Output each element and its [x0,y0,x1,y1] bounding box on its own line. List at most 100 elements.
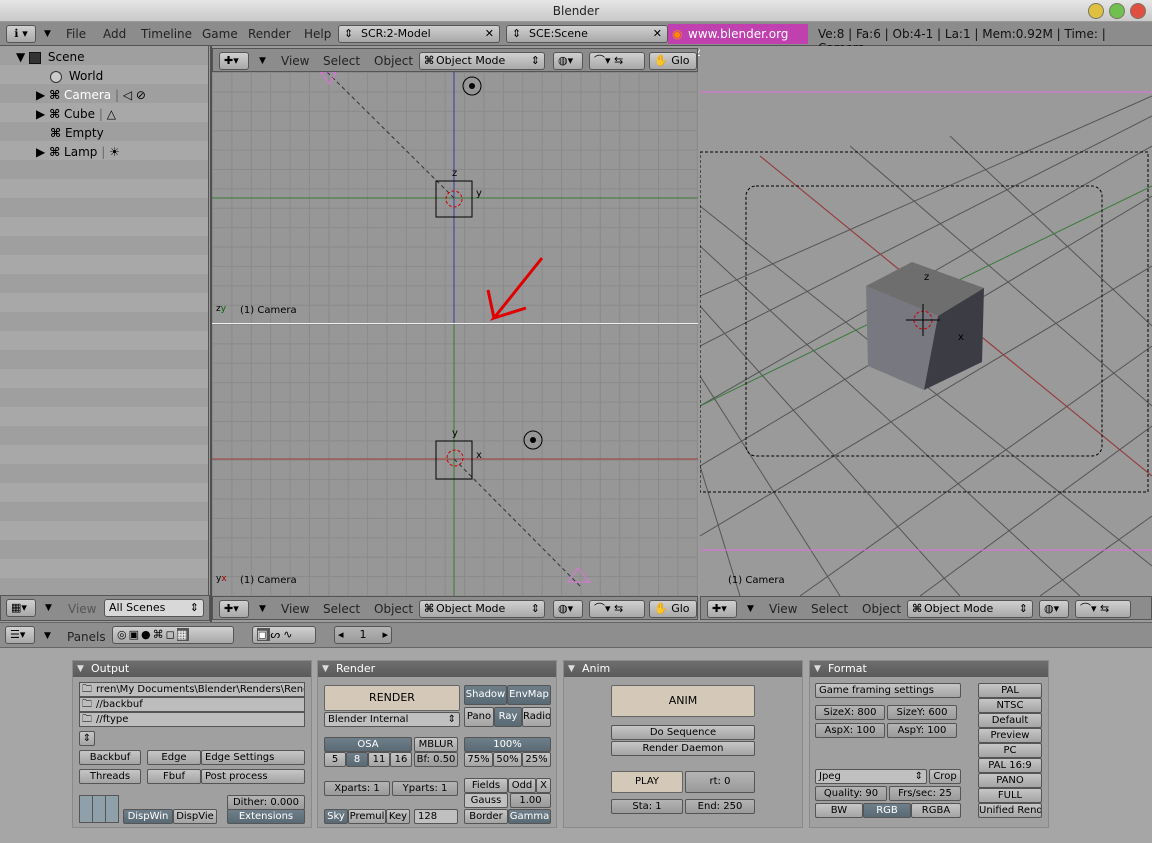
preset-pal169[interactable]: PAL 16:9 [978,758,1042,773]
3d-view-window-type-icon[interactable]: ✚▾ [219,600,249,618]
fbuf-toggle[interactable]: Fbuf [147,769,201,784]
maximize-button[interactable] [1109,3,1125,19]
gauss-value-field[interactable]: 1.00 [510,793,551,808]
right-arrow-icon[interactable]: ▸ [382,627,388,643]
size-25-toggle[interactable]: 25% [522,752,551,767]
render-panel-title[interactable]: Render [318,661,556,677]
edge-toggle[interactable]: Edge [147,750,201,765]
render-path-field[interactable]: 🗀 rren\My Documents\Blender\Renders\Rende… [79,682,305,697]
draw-type-button[interactable]: ◍▾ [553,52,583,70]
fps-field[interactable]: Frs/sec: 25 [889,786,961,801]
preset-pano[interactable]: PANO [978,773,1042,788]
outliner-item-camera[interactable]: ▶ ⌘ Camera | ◁ ⊘ [36,86,146,105]
outliner-window-type-icon[interactable]: ▦▾ [6,599,36,617]
edge-settings-button[interactable]: Edge Settings [201,750,305,765]
aspy-field[interactable]: AspY: 100 [887,723,957,738]
renderer-select[interactable]: Blender Internal ⇕ [324,712,460,727]
sizex-field[interactable]: SizeX: 800 [815,705,885,720]
osa-toggle[interactable]: OSA [324,737,412,752]
start-frame-field[interactable]: Sta: 1 [611,799,683,814]
backbuf-toggle[interactable]: Backbuf [79,750,141,765]
pivot-button[interactable]: ⌒▾ ⇆ [589,600,645,618]
draw-type-button[interactable]: ◍▾ [1039,600,1069,618]
aspx-field[interactable]: AspX: 100 [815,723,885,738]
scene-link-select[interactable]: ⇕ [79,731,95,746]
size-75-toggle[interactable]: 75% [464,752,493,767]
x-toggle[interactable]: X [536,778,551,793]
envmap-toggle[interactable]: EnvMap [507,685,551,705]
close-button[interactable] [1130,3,1146,19]
outliner-item-cube[interactable]: ▶ ⌘ Cube | △ [36,105,116,124]
extensions-toggle[interactable]: Extensions [227,809,305,824]
preset-pc[interactable]: PC [978,743,1042,758]
collapse-triangle-icon[interactable]: ▼ [44,29,51,39]
output-panel-title[interactable]: Output [73,661,311,677]
quality-field[interactable]: Quality: 90 [815,786,887,801]
osa-8-toggle[interactable]: 8 [346,752,368,767]
subcontext-buttons[interactable]: ▣ᔕ∿ [252,626,316,644]
preset-menu[interactable]: Game framing settings [815,683,961,698]
manipulator-button[interactable]: ✋ Glo [649,52,697,70]
outliner-item-empty[interactable]: ⌘ Empty [50,124,104,143]
ray-toggle[interactable]: Ray [494,707,522,727]
render-daemon-toggle[interactable]: Render Daemon [611,741,755,756]
menu-view[interactable]: View [769,601,797,617]
mblur-toggle[interactable]: MBLUR [414,737,458,752]
render-button[interactable]: RENDER [324,685,460,711]
premul-toggle[interactable]: Premul [348,809,386,824]
display-size-icon[interactable] [79,795,119,823]
menu-help[interactable]: Help [304,26,331,42]
close-icon[interactable]: ✕ [485,26,494,42]
rgb-toggle[interactable]: RGB [863,803,911,818]
odd-toggle[interactable]: Odd [508,778,536,793]
preset-preview[interactable]: Preview [978,728,1042,743]
menu-file[interactable]: File [66,26,86,42]
size-100-toggle[interactable]: 100% [464,737,551,752]
expand-icon[interactable]: ▶ [36,88,45,102]
preset-default[interactable]: Default [978,713,1042,728]
dispview-toggle[interactable]: DispVie [173,809,217,824]
frame-number-field[interactable]: ◂ 1 ▸ [334,626,392,644]
menu-select[interactable]: Select [323,53,360,69]
expand-icon[interactable]: ▶ [36,145,45,159]
draw-type-button[interactable]: ◍▾ [553,600,583,618]
menu-timeline[interactable]: Timeline [141,26,192,42]
menu-object[interactable]: Object [374,53,413,69]
gamma-toggle[interactable]: Gamma [508,809,551,824]
play-button[interactable]: PLAY [611,771,683,793]
preset-full[interactable]: FULL [978,788,1042,803]
bits-select[interactable]: 128 [414,809,458,824]
pano-toggle[interactable]: Pano [464,707,494,727]
gauss-select[interactable]: Gauss [464,793,508,808]
rgba-toggle[interactable]: RGBA [911,803,961,818]
viewport-front[interactable]: y x yx (1) Camera [212,324,698,596]
rt-field[interactable]: rt: 0 [685,771,755,793]
buttons-window-type-icon[interactable]: ☰▾ [5,626,35,644]
pivot-button[interactable]: ⌒▾ ⇆ [1075,600,1131,618]
menu-render[interactable]: Render [248,26,291,42]
menu-select[interactable]: Select [323,601,360,617]
mode-select[interactable]: ⌘ Object Mode ⇕ [419,52,545,70]
mode-select[interactable]: ⌘ Object Mode ⇕ [419,600,545,618]
menu-select[interactable]: Select [811,601,848,617]
context-buttons[interactable]: ◎▣●⌘◻▦ [112,626,234,644]
do-sequence-toggle[interactable]: Do Sequence [611,725,755,740]
bw-toggle[interactable]: BW [815,803,863,818]
anim-panel-title[interactable]: Anim [564,661,802,677]
mode-select[interactable]: ⌘ Object Mode ⇕ [907,600,1033,618]
key-toggle[interactable]: Key [386,809,410,824]
end-frame-field[interactable]: End: 250 [685,799,755,814]
preset-ntsc[interactable]: NTSC [978,698,1042,713]
viewport-camera[interactable]: z x (1) Camera [700,46,1152,596]
manipulator-button[interactable]: ✋ Glo [649,600,697,618]
unified-renderer-toggle[interactable]: Unified Rend [978,803,1042,818]
menu-view[interactable]: View [281,53,309,69]
sizey-field[interactable]: SizeY: 600 [887,705,957,720]
scene-selector[interactable]: ⇕ SCE:Scene ✕ [506,25,668,43]
expand-icon[interactable]: ▼ [16,50,25,64]
crop-toggle[interactable]: Crop [929,769,961,784]
pivot-button[interactable]: ⌒▾ ⇆ [589,52,645,70]
menu-object[interactable]: Object [862,601,901,617]
outliner-item-lamp[interactable]: ▶ ⌘ Lamp | ☀ [36,143,120,162]
collapse-triangle-icon[interactable]: ▼ [45,603,52,613]
